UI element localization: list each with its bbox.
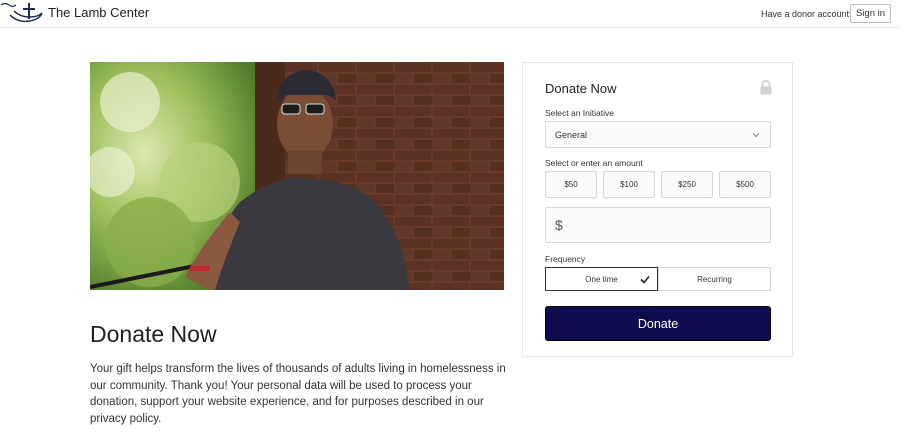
- initiative-selected-value: General: [555, 130, 588, 140]
- amount-option-50[interactable]: $50: [545, 171, 597, 198]
- sign-in-button[interactable]: Sign in: [850, 4, 891, 23]
- top-bar: The Lamb Center Have a donor account? Si…: [0, 0, 900, 28]
- donate-button[interactable]: Donate: [545, 306, 771, 341]
- lamb-center-logo[interactable]: [0, 1, 44, 25]
- frequency-label: Frequency: [545, 254, 586, 264]
- frequency-toggle: One time Recurring: [545, 267, 771, 291]
- hero-photo: [90, 62, 504, 290]
- frequency-one-time-label: One time: [585, 274, 618, 284]
- initiative-label: Select an Initiative: [545, 108, 614, 118]
- checkmark-icon: [640, 275, 650, 284]
- chevron-down-icon: [752, 133, 760, 138]
- amount-option-100[interactable]: $100: [603, 171, 655, 198]
- frequency-one-time[interactable]: One time: [545, 267, 658, 291]
- page-description: Your gift helps transform the lives of t…: [90, 363, 506, 425]
- form-title: Donate Now: [545, 81, 617, 96]
- amount-label: Select or enter an amount: [545, 158, 643, 168]
- amount-option-500[interactable]: $500: [719, 171, 771, 198]
- donor-account-question: Have a donor account?: [761, 9, 855, 19]
- org-name[interactable]: The Lamb Center: [48, 5, 149, 20]
- amount-option-250[interactable]: $250: [661, 171, 713, 198]
- page-title: Donate Now: [90, 321, 217, 347]
- frequency-recurring-label: Recurring: [697, 274, 732, 284]
- donation-form: Donate Now Select an Initiative General …: [522, 62, 793, 357]
- initiative-select[interactable]: General: [545, 121, 771, 148]
- frequency-recurring[interactable]: Recurring: [658, 267, 771, 291]
- lock-icon: [760, 80, 772, 95]
- custom-amount-input[interactable]: $: [545, 207, 771, 243]
- currency-symbol: $: [555, 217, 563, 233]
- amount-options: $50 $100 $250 $500: [545, 171, 771, 198]
